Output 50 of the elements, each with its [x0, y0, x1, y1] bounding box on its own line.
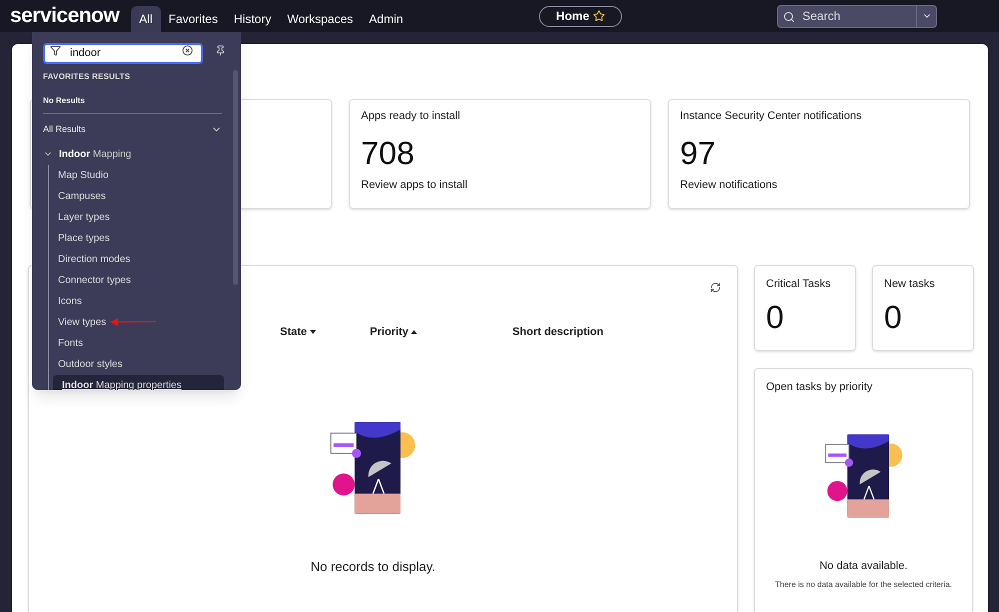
card-value: 97: [680, 134, 717, 170]
empty-message: No records to display.: [310, 558, 436, 576]
search-field[interactable]: Search: [777, 4, 918, 28]
nav-tab[interactable]: Favorites: [160, 6, 226, 32]
column-header[interactable]: Priority: [370, 324, 418, 340]
pin-icon[interactable]: [215, 45, 226, 56]
column-header[interactable]: Short description: [512, 324, 604, 340]
refresh-icon[interactable]: [710, 282, 721, 293]
search-dropdown-button[interactable]: [917, 4, 938, 28]
nav-tab[interactable]: Workspaces: [279, 6, 362, 32]
nav-tab[interactable]: Admin: [361, 6, 412, 32]
clear-icon[interactable]: [182, 45, 193, 56]
menu-item[interactable]: Direction modes: [49, 248, 130, 270]
tile-title: Critical Tasks: [766, 277, 832, 292]
card-link[interactable]: Review notifications: [680, 176, 958, 193]
menu-group[interactable]: Indoor Mapping: [43, 146, 132, 162]
home-button[interactable]: Home: [539, 6, 622, 26]
column-header[interactable]: State: [280, 324, 316, 340]
menu-item[interactable]: Outdoor styles: [49, 354, 122, 374]
menu-item[interactable]: View types: [49, 312, 106, 332]
menu-item[interactable]: Icons: [49, 290, 82, 312]
menu-item[interactable]: Indoor Mapping properties: [53, 374, 224, 390]
no-results: No Results: [43, 95, 86, 107]
section-heading: FAVORITES RESULTS: [43, 71, 132, 83]
logo[interactable]: servicenow: [10, 0, 120, 32]
card-link[interactable]: Review apps to install: [361, 176, 639, 193]
star-icon: [593, 10, 606, 22]
all-results-header[interactable]: All Results: [43, 123, 222, 136]
filter-icon: [50, 45, 61, 56]
empty-title: No data available.: [819, 558, 908, 574]
nav-tab[interactable]: History: [226, 6, 280, 32]
menu-item[interactable]: Campuses: [49, 186, 106, 206]
card-value: 708: [361, 134, 416, 170]
card-title: Apps ready to install: [361, 109, 462, 124]
menu-item[interactable]: Fonts: [49, 332, 84, 354]
menu-item[interactable]: Layer types: [49, 206, 110, 228]
sort-down-icon: [310, 330, 316, 334]
search-icon: [783, 10, 796, 22]
empty-text: There is no data available for the selected criteria.: [775, 579, 952, 591]
filter-field[interactable]: indoor: [43, 42, 203, 64]
nav-tab[interactable]: All: [131, 6, 160, 32]
menu-item[interactable]: Place types: [49, 228, 110, 248]
tile-value: 0: [766, 298, 785, 334]
sort-up-icon: [411, 330, 418, 334]
card-title: Open tasks by priority: [766, 380, 872, 395]
menu-item[interactable]: Connector types: [49, 270, 131, 290]
card-title: Instance Security Center notifications: [680, 109, 863, 124]
tile-title: New tasks: [884, 277, 936, 292]
tile-value: 0: [884, 298, 903, 334]
menu-item[interactable]: Map Studio: [49, 164, 109, 186]
